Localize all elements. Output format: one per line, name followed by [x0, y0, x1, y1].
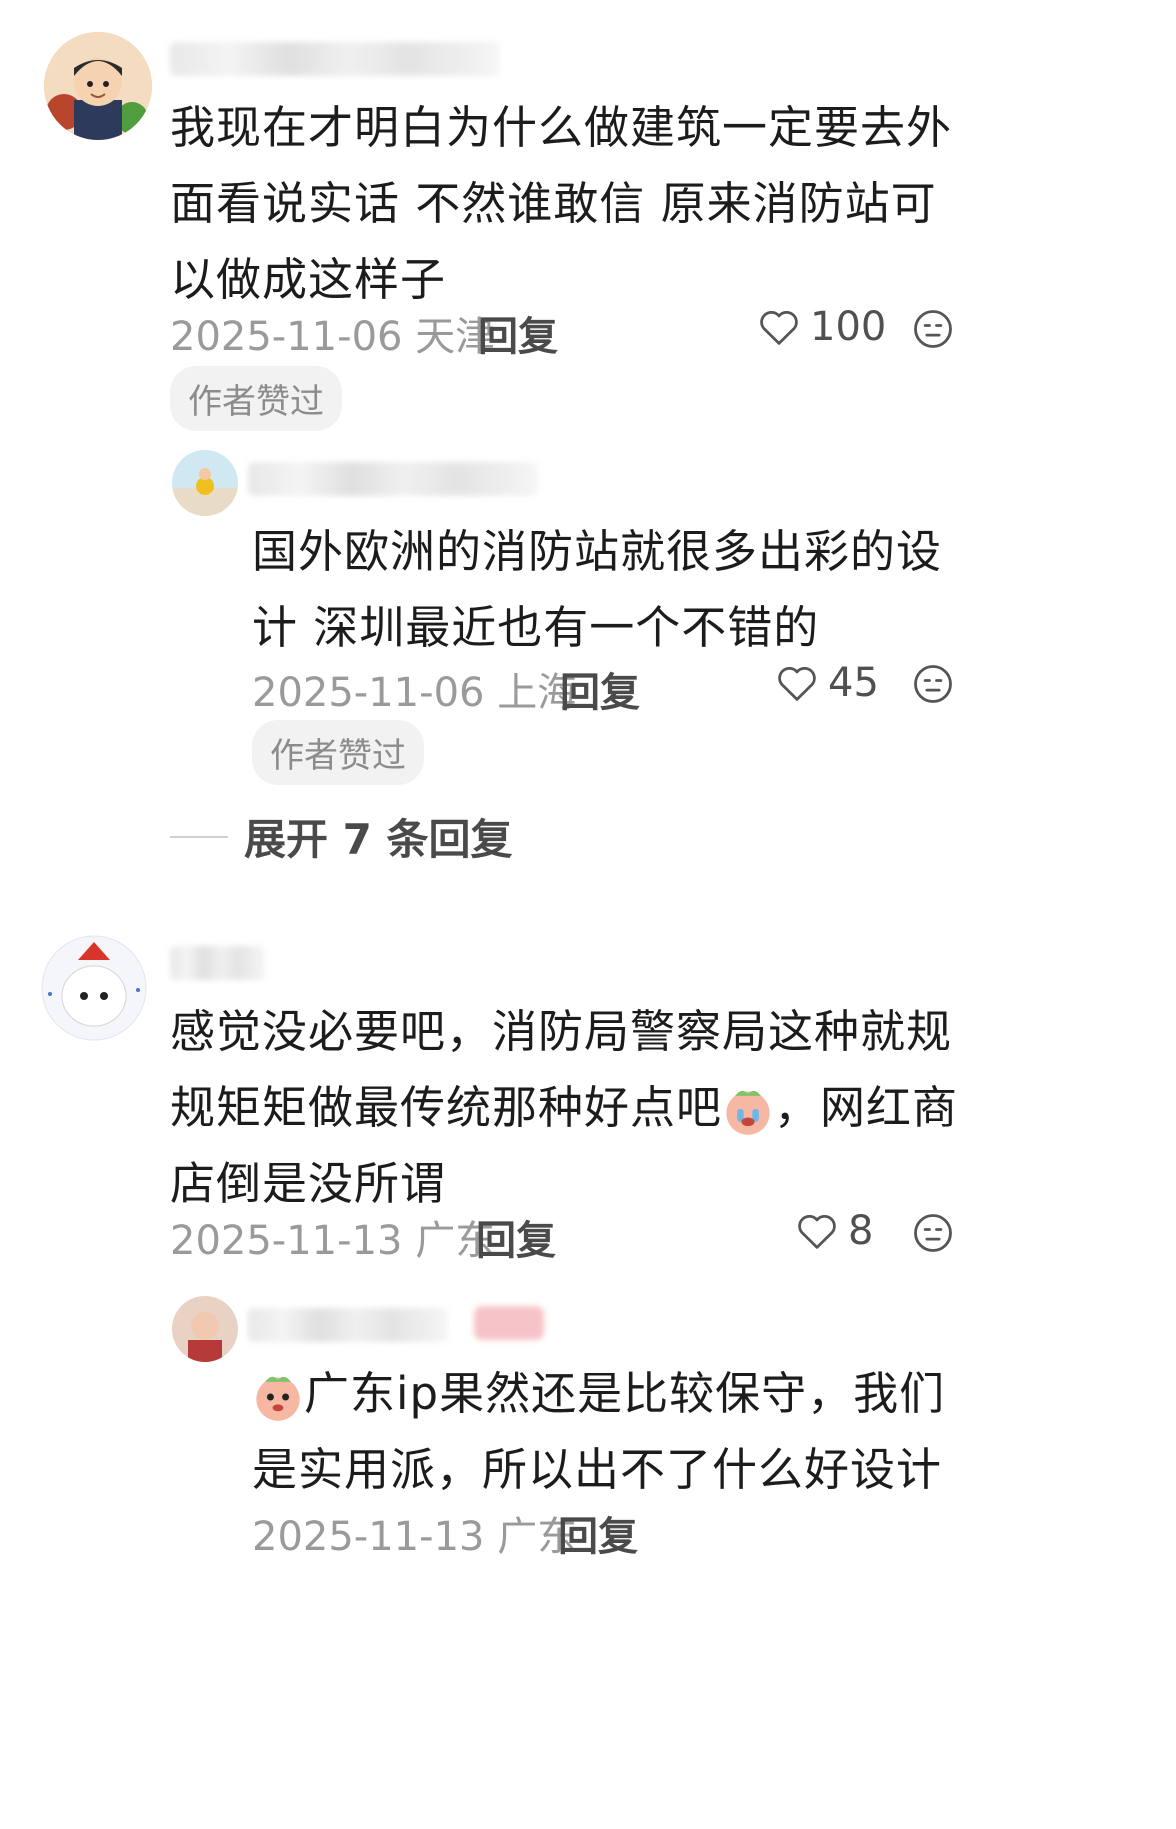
user-tag-blurred — [474, 1306, 544, 1340]
comment-text: 感觉没必要吧，消防局警察局这种就规规矩矩做最传统那种好点吧 ，网红商店倒是没所谓 — [170, 994, 970, 1222]
like-count: 100 — [810, 304, 887, 350]
username-blurred[interactable] — [248, 1308, 448, 1342]
avatar[interactable] — [172, 450, 238, 516]
reply-text: 国外欧洲的消防站就很多出彩的设计 深圳最近也有一个不错的 — [252, 525, 943, 654]
reply-button[interactable]: 回复 — [558, 1504, 638, 1562]
neutral-face-icon[interactable] — [912, 663, 954, 705]
heart-outline-icon — [798, 1215, 836, 1249]
avatar[interactable] — [172, 1296, 238, 1362]
comment-meta: 2025-11-06 天津 — [170, 304, 495, 362]
avatar-illustration — [172, 1296, 238, 1362]
reply-button[interactable]: 回复 — [560, 660, 640, 718]
comment-date: 2025-11-13 — [170, 1218, 403, 1264]
reply-text-content: 广东ip果然还是比较保守，我们是实用派，所以出不了什么好设计 — [252, 1367, 946, 1496]
reply-meta: 2025-11-13 广东 — [252, 1504, 577, 1562]
like-count: 45 — [828, 660, 879, 706]
username-blurred[interactable] — [248, 462, 538, 496]
reply-meta: 2025-11-06 上海 — [252, 660, 577, 718]
like-button[interactable]: 8 — [796, 1208, 873, 1254]
reply-button[interactable]: 回复 — [476, 1208, 556, 1266]
avatar-illustration — [172, 450, 238, 516]
reply-text: 广东ip果然还是比较保守，我们是实用派，所以出不了什么好设计 — [252, 1356, 982, 1508]
crying-face-emoji-icon — [256, 1376, 300, 1421]
like-button[interactable]: 45 — [776, 660, 879, 706]
comment-text: 我现在才明白为什么做建筑一定要去外面看说实话 不然谁敢信 原来消防站可以做成这样… — [170, 101, 953, 306]
username-blurred[interactable] — [170, 42, 500, 76]
reply-date: 2025-11-06 — [252, 670, 485, 716]
like-count: 8 — [848, 1208, 874, 1254]
expand-replies-button[interactable]: 展开 7 条回复 — [170, 806, 512, 867]
comment-meta: 2025-11-13 广东 — [170, 1208, 495, 1266]
heart-outline-icon — [760, 311, 798, 345]
crying-face-emoji-icon — [726, 1090, 770, 1135]
avatar-illustration — [40, 934, 148, 1042]
avatar[interactable] — [44, 32, 152, 140]
author-liked-badge: 作者赞过 — [170, 366, 342, 431]
like-button[interactable]: 100 — [758, 304, 886, 350]
neutral-face-icon[interactable] — [912, 308, 954, 350]
author-liked-badge: 作者赞过 — [252, 720, 424, 785]
reply-button[interactable]: 回复 — [478, 304, 558, 362]
reply-date: 2025-11-13 — [252, 1514, 485, 1560]
neutral-face-icon[interactable] — [912, 1212, 954, 1254]
avatar-illustration — [44, 32, 152, 140]
expand-replies-label: 展开 7 条回复 — [244, 815, 513, 864]
avatar[interactable] — [40, 934, 148, 1042]
username-blurred[interactable] — [170, 946, 265, 980]
comment-date: 2025-11-06 — [170, 314, 403, 360]
heart-outline-icon — [778, 667, 816, 701]
divider-line — [170, 835, 228, 838]
